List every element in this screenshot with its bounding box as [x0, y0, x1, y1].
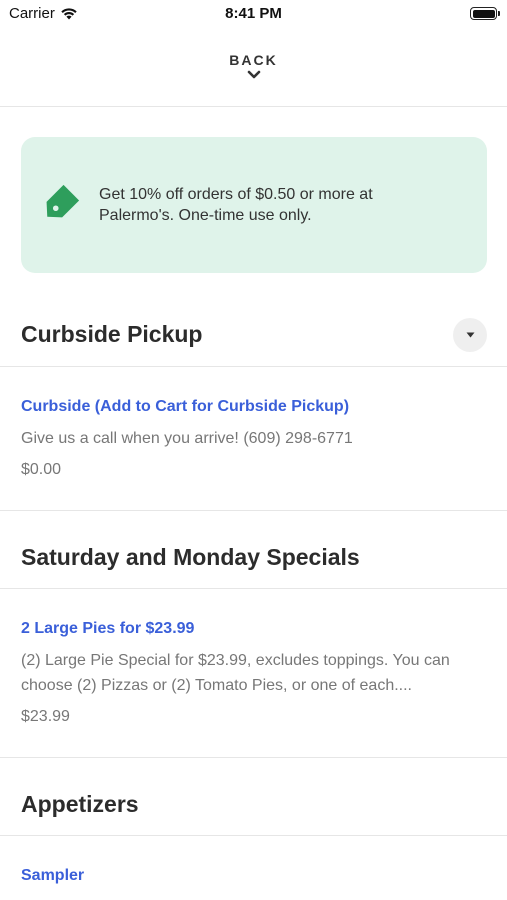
section-title-curbside-pickup: Curbside Pickup	[21, 321, 203, 347]
battery-icon	[470, 7, 500, 20]
back-label: BACK	[229, 52, 278, 68]
caret-down-icon	[466, 332, 474, 338]
section-divider	[0, 757, 507, 758]
menu-item-price: $23.99	[21, 708, 70, 725]
back-button[interactable]: BACK	[0, 52, 507, 81]
status-time: 8:41 PM	[225, 5, 282, 22]
header-divider	[0, 106, 507, 107]
price-tag-icon	[46, 184, 80, 218]
section-title-appetizers: Appetizers	[21, 791, 139, 817]
menu-item-price: $0.00	[21, 461, 62, 478]
section-divider	[0, 510, 507, 511]
promo-text: Get 10% off orders of $0.50 or more at P…	[99, 186, 373, 224]
menu-item-description: (2) Large Pie Special for $23.99, exclud…	[21, 652, 450, 694]
section-divider	[0, 366, 507, 367]
menu-item-name[interactable]: Curbside (Add to Cart for Curbside Picku…	[21, 398, 349, 416]
chevron-down-icon	[247, 70, 260, 79]
menu-item-name[interactable]: Sampler	[21, 867, 84, 885]
status-bar: Carrier 8:41 PM	[0, 0, 507, 28]
section-divider	[0, 588, 507, 589]
menu-item-name[interactable]: 2 Large Pies for $23.99	[21, 620, 194, 638]
section-title-specials: Saturday and Monday Specials	[21, 544, 360, 570]
section-dropdown-button[interactable]	[453, 318, 487, 352]
menu-item-description: Give us a call when you arrive! (609) 29…	[21, 430, 353, 447]
promo-banner: Get 10% off orders of $0.50 or more at P…	[21, 137, 487, 273]
section-divider	[0, 835, 507, 836]
